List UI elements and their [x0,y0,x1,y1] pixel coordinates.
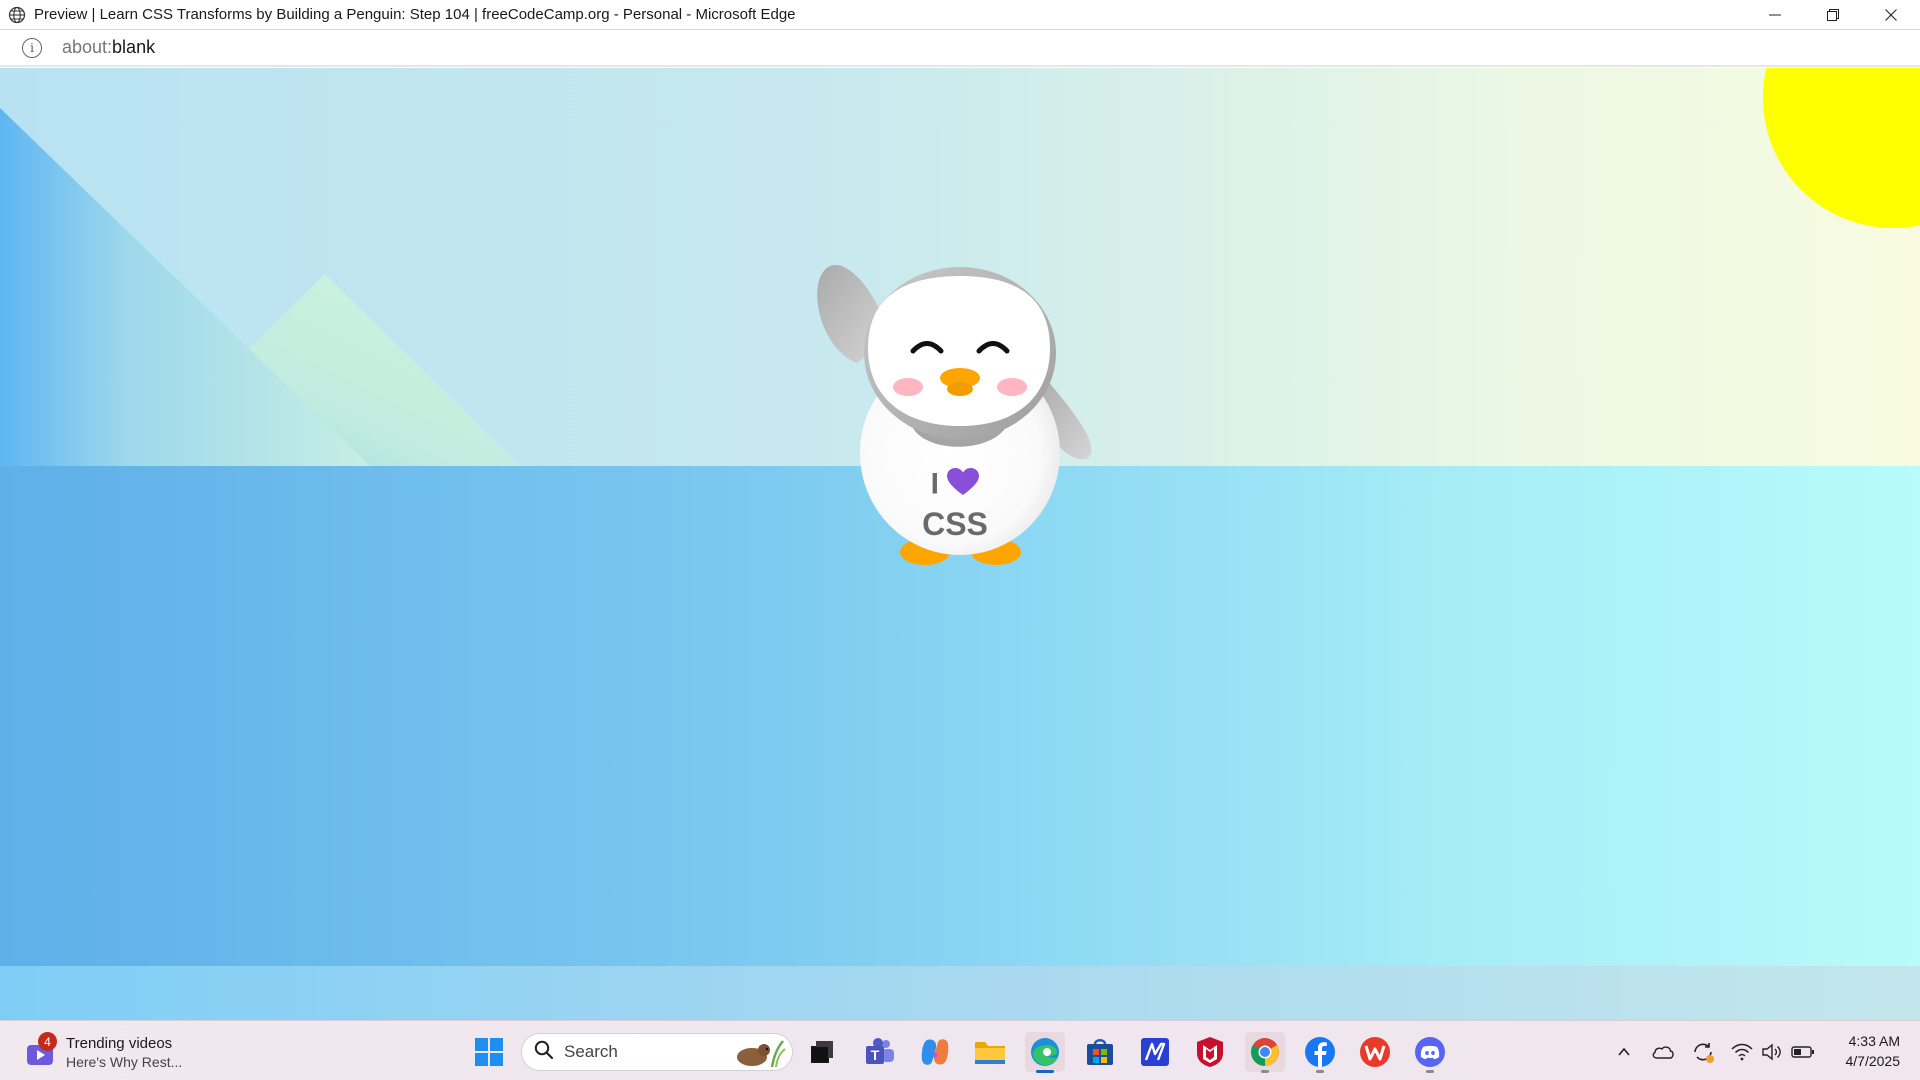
close-icon[interactable] [1862,0,1920,29]
sync-icon[interactable] [1683,1032,1723,1072]
heart-icon [947,468,980,503]
url-text[interactable]: about:blank [62,37,155,58]
minimize-icon[interactable] [1746,0,1804,29]
chevron-up-icon[interactable] [1604,1032,1644,1072]
system-clock[interactable]: 4:33 AM 4/7/2025 [1846,1031,1901,1071]
penguin-face [868,276,1050,426]
penguin-shirt: I CSS [810,468,1100,543]
wps-office-icon[interactable] [1355,1032,1395,1072]
mcafee-icon[interactable] [1190,1032,1230,1072]
file-explorer-icon[interactable] [970,1032,1010,1072]
window-title: Preview | Learn CSS Transforms by Buildi… [34,6,796,23]
facebook-running-indicator [1316,1070,1324,1073]
notification-badge: 4 [38,1032,57,1051]
search-label: Search [564,1042,618,1061]
copilot-icon[interactable] [915,1032,955,1072]
penguin: I CSS [810,198,1100,578]
wifi-icon[interactable] [1725,1032,1759,1072]
teams-icon[interactable]: T [860,1032,900,1072]
chrome-icon[interactable] [1245,1032,1285,1073]
search-icon [534,1040,554,1065]
widget-title: Trending videos [66,1034,173,1052]
widgets-button[interactable]: 4 Trending videos Here's Why Rest... [24,1031,182,1073]
start-icon[interactable] [469,1032,509,1072]
url-page: blank [112,37,156,57]
url-scheme: about: [62,37,113,57]
edge-active-indicator [1036,1070,1054,1073]
battery-icon[interactable] [1785,1032,1821,1072]
clock-date: 4/7/2025 [1845,1053,1901,1069]
discord-running-indicator [1426,1070,1434,1073]
penguin-beak-bottom [947,382,973,396]
penguin-left-cheek [893,378,923,396]
discord-icon[interactable] [1410,1032,1450,1073]
taskbar: 4 Trending videos Here's Why Rest... Sea… [0,1020,1920,1080]
volume-icon[interactable] [1755,1032,1789,1072]
video-icon: 4 [24,1032,57,1068]
microsoft-store-icon[interactable] [1080,1032,1120,1072]
page-viewport: I CSS [0,68,1920,1020]
taskbar-search[interactable]: Search [521,1033,793,1071]
shirt-text-css: CSS [922,506,988,542]
ground-bottom-strip [0,966,1920,1020]
chrome-running-indicator [1261,1070,1269,1073]
window-title-bar: Preview | Learn CSS Transforms by Buildi… [0,0,1920,29]
onedrive-icon[interactable] [1643,1032,1683,1072]
widget-subtitle: Here's Why Rest... [66,1053,183,1070]
globe-icon [8,6,26,24]
shirt-text-i: I [930,467,939,501]
edge-icon[interactable] [1025,1032,1065,1073]
address-bar[interactable]: i about:blank [0,29,1920,67]
search-highlight-icon [728,1037,786,1074]
restore-icon[interactable] [1804,0,1862,29]
window-controls [1746,0,1920,29]
task-view-icon[interactable] [802,1032,842,1072]
facebook-icon[interactable] [1300,1032,1340,1073]
site-info-icon[interactable]: i [22,37,42,58]
clock-time: 4:33 AM [1848,1033,1900,1049]
penguin-right-cheek [997,378,1027,396]
svg-text:T: T [871,1047,880,1063]
app-icon[interactable] [1135,1032,1175,1072]
